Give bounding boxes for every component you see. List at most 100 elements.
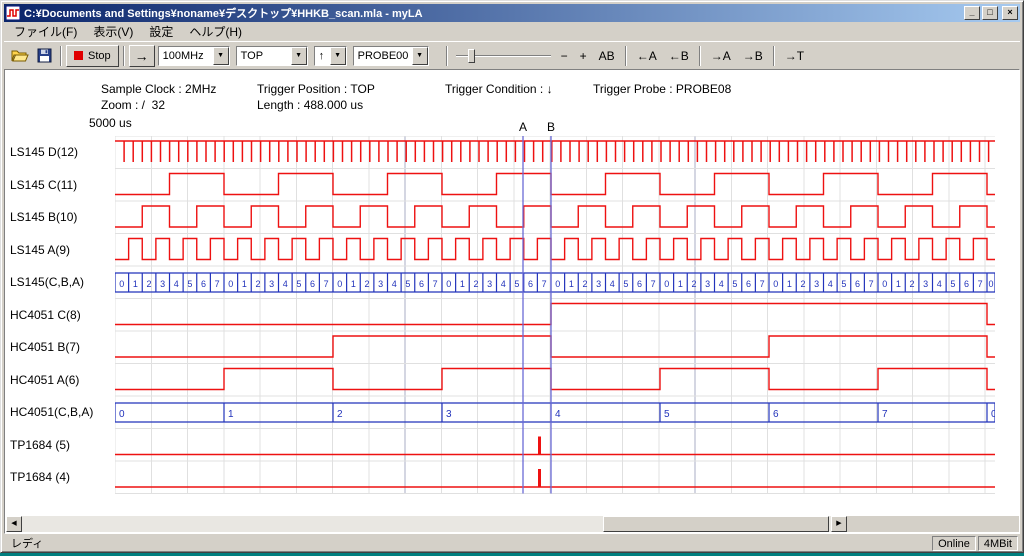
svg-text:1: 1 — [228, 409, 234, 420]
maximize-button[interactable]: □ — [982, 6, 998, 20]
menu-item-help[interactable]: ヘルプ(H) — [181, 21, 250, 42]
zoom-text: Zoom : / 32 — [101, 98, 165, 112]
svg-text:0: 0 — [882, 279, 887, 289]
svg-text:1: 1 — [351, 279, 356, 289]
svg-text:2: 2 — [910, 279, 915, 289]
svg-text:7: 7 — [324, 279, 329, 289]
svg-text:7: 7 — [651, 279, 656, 289]
trigger-position-combobox[interactable]: TOP ▼ — [236, 46, 308, 66]
svg-text:2: 2 — [801, 279, 806, 289]
dropdown-arrow-icon[interactable]: ▼ — [291, 47, 307, 65]
svg-text:4: 4 — [828, 279, 833, 289]
minimize-button[interactable]: _ — [964, 6, 980, 20]
run-button[interactable]: → — [129, 45, 155, 67]
zoom-out-button[interactable]: − — [555, 46, 574, 66]
sample-rate-value: 100MHz — [159, 47, 213, 65]
floppy-disk-icon — [37, 48, 52, 63]
dropdown-arrow-icon[interactable]: ▼ — [213, 47, 229, 65]
close-button[interactable]: × — [1002, 6, 1018, 20]
svg-text:0: 0 — [446, 279, 451, 289]
goto-b-back-button[interactable]: ←B — [663, 46, 695, 66]
svg-text:7: 7 — [882, 409, 888, 420]
trigger-position-value: TOP — [237, 47, 291, 65]
waveform-row — [115, 469, 995, 487]
svg-text:1: 1 — [242, 279, 247, 289]
waveform-row: 012345670 — [115, 403, 995, 422]
dropdown-arrow-icon[interactable]: ▼ — [412, 47, 428, 65]
svg-text:4: 4 — [719, 279, 724, 289]
titlebar[interactable]: C:¥Documents and Settings¥noname¥デスクトップ¥… — [4, 4, 1020, 22]
scroll-thumb[interactable] — [603, 516, 829, 532]
svg-text:3: 3 — [814, 279, 819, 289]
horizontal-scrollbar[interactable]: ◀ ▶ — [6, 516, 847, 532]
channel-label: HC4051 B(7) — [10, 331, 113, 364]
svg-text:5: 5 — [732, 279, 737, 289]
svg-text:0: 0 — [337, 279, 342, 289]
window-title: C:¥Documents and Settings¥noname¥デスクトップ¥… — [24, 5, 962, 21]
channel-label: LS145 B(10) — [10, 201, 113, 234]
svg-text:4: 4 — [174, 279, 179, 289]
statusbar: レディ Online 4MBit — [4, 534, 1020, 551]
zoom-in-button[interactable]: + — [574, 46, 593, 66]
ab-button[interactable]: AB — [593, 46, 621, 66]
menu-item-settings[interactable]: 設定 — [141, 21, 181, 42]
run-arrow-icon: → — [135, 48, 149, 64]
svg-text:2: 2 — [256, 279, 261, 289]
channel-label: LS145 A(9) — [10, 234, 113, 267]
menubar: ファイル(F) 表示(V) 設定 ヘルプ(H) — [4, 22, 1020, 41]
zoom-slider[interactable] — [456, 46, 551, 66]
waveform-row — [115, 369, 995, 390]
svg-text:0: 0 — [228, 279, 233, 289]
channel-label: HC4051(C,B,A) — [10, 396, 113, 429]
toolbar-separator — [773, 46, 775, 66]
probe-combobox[interactable]: PROBE00 ▼ — [353, 46, 429, 66]
scroll-track[interactable] — [22, 516, 831, 532]
svg-text:3: 3 — [923, 279, 928, 289]
svg-text:2: 2 — [692, 279, 697, 289]
svg-text:0: 0 — [664, 279, 669, 289]
waveform-row — [115, 437, 995, 455]
svg-text:2: 2 — [583, 279, 588, 289]
svg-text:1: 1 — [133, 279, 138, 289]
svg-text:3: 3 — [705, 279, 710, 289]
waveform-row — [115, 141, 995, 162]
svg-text:2: 2 — [365, 279, 370, 289]
trigger-edge-combobox[interactable]: ↑ ▼ — [314, 46, 347, 66]
save-button[interactable] — [32, 45, 56, 67]
goto-b-forward-button[interactable]: →B — [737, 46, 769, 66]
scroll-left-button[interactable]: ◀ — [6, 516, 22, 532]
trigger-position-text: Trigger Position : TOP — [257, 82, 375, 96]
marker-label[interactable]: A — [518, 120, 528, 134]
trigger-probe-text: Trigger Probe : PROBE08 — [593, 82, 731, 96]
channel-label: LS145 C(11) — [10, 169, 113, 202]
svg-text:3: 3 — [160, 279, 165, 289]
stop-button-label: Stop — [88, 50, 111, 62]
waveform-row — [115, 174, 995, 195]
sample-rate-combobox[interactable]: 100MHz ▼ — [158, 46, 230, 66]
zoom-slider-thumb[interactable] — [468, 49, 475, 63]
marker-label[interactable]: B — [546, 120, 556, 134]
svg-text:6: 6 — [528, 279, 533, 289]
svg-text:5: 5 — [623, 279, 628, 289]
waveform-panel: Sample Clock : 2MHz Trigger Position : T… — [4, 69, 1020, 534]
goto-a-back-button[interactable]: ←A — [631, 46, 663, 66]
waveform-area[interactable]: AB 0123456701234567012345670123456701234… — [115, 136, 995, 494]
stop-button[interactable]: Stop — [66, 45, 119, 67]
svg-text:4: 4 — [283, 279, 288, 289]
marker-lines — [523, 136, 551, 494]
open-button[interactable] — [8, 45, 32, 67]
svg-text:4: 4 — [937, 279, 942, 289]
dropdown-arrow-icon[interactable]: ▼ — [330, 47, 346, 65]
channel-label: LS145 D(12) — [10, 136, 113, 169]
svg-text:5: 5 — [950, 279, 955, 289]
svg-text:3: 3 — [487, 279, 492, 289]
length-text: Length : 488.000 us — [257, 98, 363, 112]
toolbar-separator — [699, 46, 701, 66]
menu-item-view[interactable]: 表示(V) — [85, 21, 141, 42]
scrollbar-filler — [847, 516, 1019, 532]
goto-trigger-button[interactable]: →T — [779, 46, 810, 66]
toolbar-separator — [123, 46, 125, 66]
scroll-right-button[interactable]: ▶ — [831, 516, 847, 532]
menu-item-file[interactable]: ファイル(F) — [6, 21, 85, 42]
goto-a-forward-button[interactable]: →A — [705, 46, 737, 66]
